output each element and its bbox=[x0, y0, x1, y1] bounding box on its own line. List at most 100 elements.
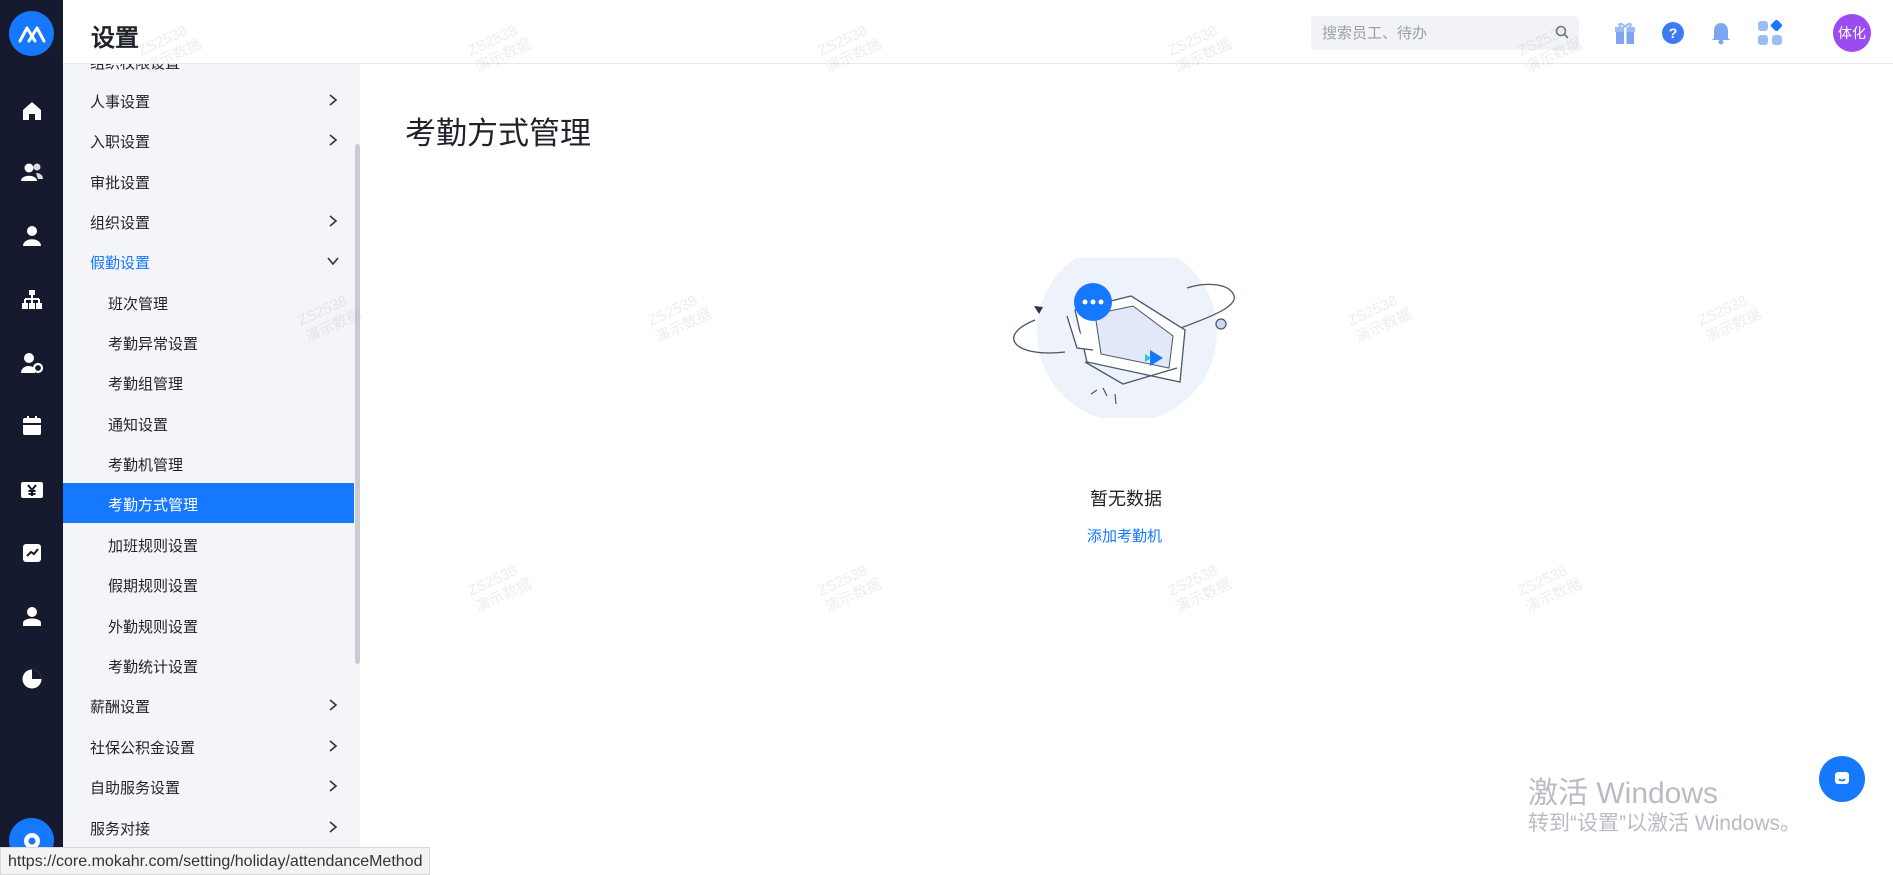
watermark-line: 演示数据 bbox=[1702, 305, 1765, 347]
menu-item-label: 假期规则设置 bbox=[108, 578, 199, 595]
user-card-icon[interactable] bbox=[16, 600, 48, 632]
menu-item-label: 考勤统计设置 bbox=[108, 659, 199, 676]
search-input[interactable] bbox=[1311, 16, 1551, 50]
menu-item-label: 外勤规则设置 bbox=[108, 619, 199, 636]
home-icon[interactable] bbox=[16, 95, 48, 127]
watermark-line: 演示数据 bbox=[1172, 575, 1235, 617]
empty-state-illustration bbox=[1013, 258, 1235, 418]
menu-item-label: 考勤组管理 bbox=[108, 376, 184, 393]
add-attendance-machine-link[interactable]: 添加考勤机 bbox=[1087, 525, 1162, 546]
salary-icon[interactable] bbox=[16, 474, 48, 506]
menu-item-onboarding[interactable]: 入职设置 bbox=[63, 120, 354, 160]
browser-status-url: https://core.mokahr.com/setting/holiday/… bbox=[0, 847, 431, 875]
watermark-line: ZS2538 bbox=[1695, 292, 1751, 330]
org-chart-icon[interactable] bbox=[16, 284, 48, 316]
watermark-line: ZS2538 bbox=[1165, 562, 1221, 600]
menu-item-self-service[interactable]: 自助服务设置 bbox=[63, 766, 354, 806]
apps-grid-icon[interactable] bbox=[1755, 18, 1785, 48]
watermark: ZS2538演示数据 bbox=[1695, 289, 1765, 347]
gift-icon[interactable] bbox=[1610, 18, 1640, 48]
top-header: 设置 ? 体化 bbox=[63, 0, 1893, 64]
menu-item-attendance-exception[interactable]: 考勤异常设置 bbox=[63, 322, 354, 362]
chevron-right-icon bbox=[329, 134, 338, 146]
watermark-line: 演示数据 bbox=[822, 575, 885, 617]
menu-item-attendance-stats[interactable]: 考勤统计设置 bbox=[63, 645, 354, 685]
chevron-right-icon bbox=[329, 740, 338, 752]
chevron-down-icon bbox=[327, 257, 339, 266]
menu-scrollbar[interactable] bbox=[355, 144, 360, 664]
watermark-line: 演示数据 bbox=[472, 575, 535, 617]
watermark: ZS2538演示数据 bbox=[465, 559, 535, 617]
person-settings-icon[interactable] bbox=[16, 347, 48, 379]
chevron-right-icon bbox=[329, 821, 338, 833]
menu-item-label: 自助服务设置 bbox=[90, 780, 181, 797]
menu-item-attendance-group[interactable]: 考勤组管理 bbox=[63, 362, 354, 402]
watermark-line: 演示数据 bbox=[1352, 305, 1415, 347]
menu-item-payroll[interactable]: 薪酬设置 bbox=[63, 685, 354, 725]
watermark: ZS2538演示数据 bbox=[1515, 559, 1585, 617]
watermark: ZS2538演示数据 bbox=[1165, 559, 1235, 617]
menu-item-service-integration[interactable]: 服务对接 bbox=[63, 807, 354, 847]
app-rail bbox=[0, 0, 63, 875]
watermark-line: ZS2538 bbox=[1345, 292, 1401, 330]
logo-icon[interactable] bbox=[9, 11, 54, 56]
avatar[interactable]: 体化 bbox=[1833, 14, 1871, 52]
menu-item-label: 薪酬设置 bbox=[90, 699, 151, 716]
menu-item-shifts[interactable]: 班次管理 bbox=[63, 282, 354, 322]
menu-item-organization[interactable]: 组织设置 bbox=[63, 201, 354, 241]
menu-item-notifications[interactable]: 通知设置 bbox=[63, 403, 354, 443]
menu-item-attendance-method[interactable]: 考勤方式管理 bbox=[63, 483, 354, 523]
chevron-right-icon bbox=[329, 699, 338, 711]
watermark: ZS2538演示数据 bbox=[815, 559, 885, 617]
menu-item-label: 假勤设置 bbox=[90, 255, 151, 272]
settings-menu: 组织权限设置 人事设置 入职设置 审批设置 组织设置 假勤设置 班次管理 考勤异… bbox=[63, 64, 360, 875]
content-title: 考勤方式管理 bbox=[405, 116, 591, 151]
chevron-right-icon bbox=[329, 215, 338, 227]
calendar-icon[interactable] bbox=[16, 410, 48, 442]
menu-item-label: 通知设置 bbox=[108, 417, 169, 434]
menu-item-attendance-machine[interactable]: 考勤机管理 bbox=[63, 443, 354, 483]
chat-icon bbox=[1835, 772, 1849, 784]
menu-item-overtime-rules[interactable]: 加班规则设置 bbox=[63, 524, 354, 564]
watermark-line: ZS2538 bbox=[645, 292, 701, 330]
watermark-line: 演示数据 bbox=[652, 305, 715, 347]
page-title: 设置 bbox=[91, 25, 139, 52]
search-box[interactable] bbox=[1311, 16, 1579, 50]
pie-chart-icon[interactable] bbox=[16, 663, 48, 695]
menu-item-leave-attendance[interactable]: 假勤设置 bbox=[63, 241, 354, 281]
chevron-right-icon bbox=[329, 94, 338, 106]
search-icon[interactable] bbox=[1555, 25, 1569, 44]
watermark-line: ZS2538 bbox=[815, 562, 871, 600]
menu-item-label: 班次管理 bbox=[108, 296, 169, 313]
menu-item-social-insurance[interactable]: 社保公积金设置 bbox=[63, 726, 354, 766]
report-icon[interactable] bbox=[16, 537, 48, 569]
menu-item-label: 社保公积金设置 bbox=[90, 740, 196, 757]
menu-item-label: 考勤方式管理 bbox=[108, 497, 199, 514]
menu-item-hr[interactable]: 人事设置 bbox=[63, 80, 354, 120]
team-icon[interactable] bbox=[16, 157, 48, 189]
menu-item-field-work-rules[interactable]: 外勤规则设置 bbox=[63, 605, 354, 645]
chat-button[interactable] bbox=[1819, 756, 1865, 802]
menu-item-label: 入职设置 bbox=[90, 134, 151, 151]
watermark: ZS2538演示数据 bbox=[1345, 289, 1415, 347]
menu-item-cut[interactable]: 组织权限设置 bbox=[90, 64, 180, 73]
empty-state-text: 暂无数据 bbox=[1090, 489, 1162, 509]
watermark-line: ZS2538 bbox=[465, 562, 521, 600]
windows-activation-title: 激活 Windows bbox=[1528, 777, 1719, 810]
menu-item-holiday-rules[interactable]: 假期规则设置 bbox=[63, 564, 354, 604]
windows-activation-hint: 转到“设置”以激活 Windows。 bbox=[1528, 812, 1802, 835]
menu-item-label: 加班规则设置 bbox=[108, 538, 199, 555]
menu-item-label: 考勤异常设置 bbox=[108, 336, 199, 353]
menu-item-label: 服务对接 bbox=[90, 821, 151, 838]
watermark: ZS2538演示数据 bbox=[645, 289, 715, 347]
menu-item-approval[interactable]: 审批设置 bbox=[63, 161, 354, 201]
watermark-line: 演示数据 bbox=[1522, 575, 1585, 617]
menu-item-label: 考勤机管理 bbox=[108, 457, 184, 474]
person-icon[interactable] bbox=[16, 220, 48, 252]
menu-item-label: 人事设置 bbox=[90, 94, 151, 111]
help-icon[interactable]: ? bbox=[1658, 18, 1688, 48]
watermark-line: ZS2538 bbox=[1515, 562, 1571, 600]
menu-item-label: 组织设置 bbox=[90, 215, 151, 232]
svg-text:?: ? bbox=[1669, 25, 1678, 41]
bell-icon[interactable] bbox=[1706, 18, 1736, 48]
